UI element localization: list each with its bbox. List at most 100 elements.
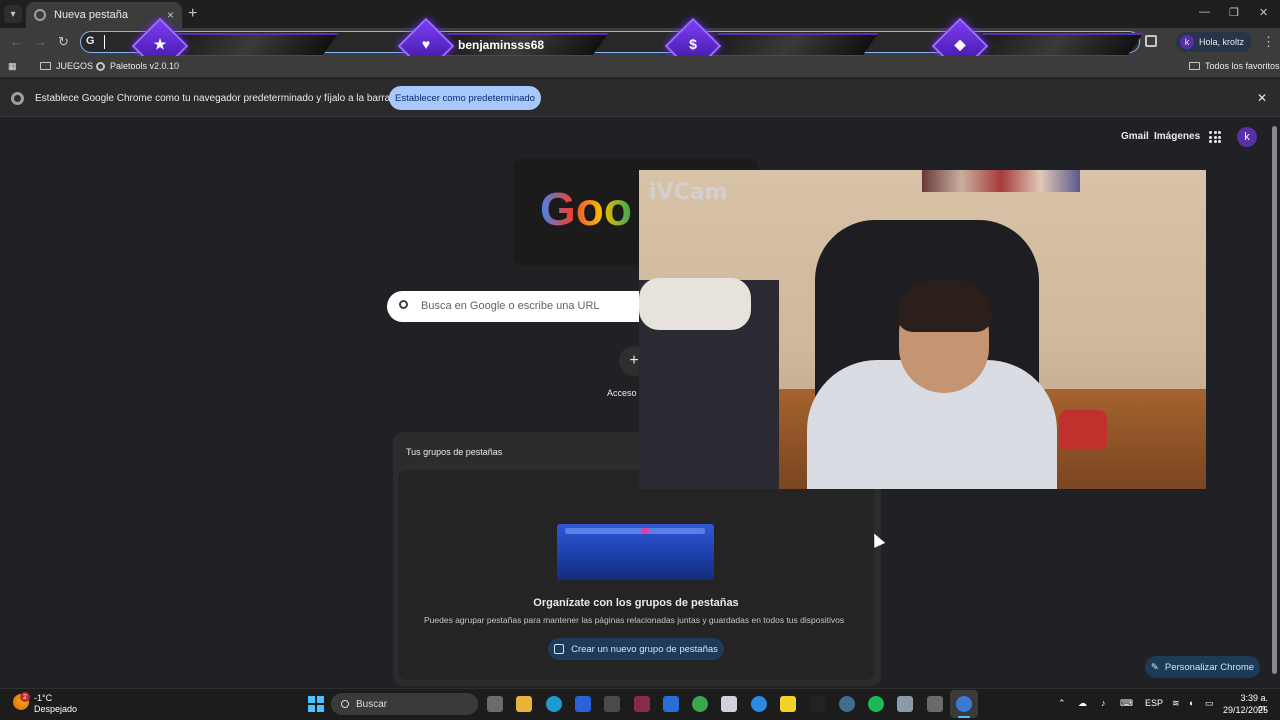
ivcam-video-window[interactable] <box>639 170 1206 489</box>
bookmarks-bar <box>0 56 1280 78</box>
steam-icon[interactable] <box>839 696 855 712</box>
profile-button[interactable]: k Hola, kroltz <box>1176 32 1252 52</box>
person-hair <box>897 280 992 332</box>
tab-groups-header: Tus grupos de pestañas <box>406 447 503 457</box>
search-icon <box>399 300 408 309</box>
language-indicator[interactable]: ESP <box>1145 698 1163 708</box>
account-avatar[interactable]: k <box>1237 127 1257 147</box>
tab-title: Nueva pestaña <box>54 9 128 21</box>
shortcut-label: Acceso d <box>607 388 639 398</box>
chrome-menu-icon[interactable]: ⋮ <box>1262 34 1275 50</box>
diamond-icon: ◆ <box>954 36 966 52</box>
bookmark-paletools[interactable]: Paletools v2.0.10 <box>96 61 179 71</box>
tab-groups-title: Organízate con los grupos de pestañas <box>533 597 739 609</box>
minimize-button[interactable]: — <box>1199 6 1210 18</box>
app2-icon[interactable] <box>927 696 943 712</box>
taskbar-search-label: Buscar <box>356 698 388 710</box>
weather-temp: -1°C <box>34 693 53 703</box>
sticky-notes-icon[interactable] <box>780 696 796 712</box>
profile-avatar: k <box>1180 35 1194 49</box>
infobar-close-icon[interactable]: ✕ <box>1257 91 1267 105</box>
heart-icon: ♥ <box>421 36 431 52</box>
profile-label: Hola, kroltz <box>1199 37 1245 47</box>
set-default-button[interactable]: Establecer como predeterminado <box>389 86 541 110</box>
overlay-banner-segment <box>701 33 879 57</box>
active-app-indicator <box>958 716 970 718</box>
globe-icon <box>96 61 105 71</box>
start-button-icon[interactable] <box>308 696 324 712</box>
obs-icon[interactable] <box>634 696 650 712</box>
tiktok-icon[interactable] <box>809 696 825 712</box>
all-bookmarks[interactable]: Todos los favoritos <box>1189 61 1280 71</box>
reload-icon[interactable]: ↻ <box>58 34 69 50</box>
search-icon <box>341 700 349 708</box>
add-group-icon <box>554 644 565 654</box>
star-icon: ★ <box>153 36 167 52</box>
customize-label: Personalizar Chrome <box>1164 661 1255 673</box>
search-placeholder: Busca en Google o escribe una URL <box>421 300 600 312</box>
desktop-screen: ▾ Nueva pestaña × + — ❐ ✕ ← → ↻ G ★ ♥ $ … <box>0 0 1280 720</box>
clock-date[interactable]: 29/12/2025 <box>1222 705 1268 715</box>
extensions-icon[interactable] <box>1145 35 1157 47</box>
app-badge-icon[interactable] <box>751 696 767 712</box>
onedrive-icon[interactable]: ☁ <box>1078 698 1087 709</box>
dollar-icon: $ <box>689 36 697 52</box>
tray-overflow-icon[interactable]: ⌃ <box>1058 698 1066 709</box>
gmail-link[interactable]: Gmail <box>1121 131 1149 142</box>
google-logo: Goo <box>540 183 632 235</box>
chrome-icon[interactable] <box>956 696 972 712</box>
scrollbar-thumb[interactable] <box>1272 126 1277 674</box>
taskbar-search[interactable]: Buscar <box>331 693 478 715</box>
new-tab-button[interactable]: + <box>188 5 197 23</box>
bookmark-label: JUEGOS <box>56 61 94 71</box>
all-bookmarks-label: Todos los favoritos <box>1205 61 1280 71</box>
apps-grid-icon[interactable]: ▦ <box>8 61 17 72</box>
microphone-icon[interactable]: ♪ <box>1101 698 1106 708</box>
task-view-icon[interactable] <box>487 696 503 712</box>
back-icon[interactable]: ← <box>10 34 23 49</box>
create-tab-group-button[interactable]: Crear un nuevo grupo de pestañas <box>548 638 724 660</box>
chrome-favicon-icon <box>34 9 46 21</box>
roblox-icon[interactable] <box>721 696 737 712</box>
pillow <box>639 278 751 330</box>
wifi-icon[interactable]: ≋ <box>1172 698 1180 709</box>
images-link[interactable]: Imágenes <box>1154 131 1200 142</box>
folder-icon <box>40 62 51 70</box>
overlay-username: benjaminsss68 <box>458 38 545 52</box>
tab-groups-description: Puedes agrupar pestañas para mantener la… <box>424 615 845 625</box>
visual-studio-icon[interactable] <box>575 696 591 712</box>
create-tab-group-label: Crear un nuevo grupo de pestañas <box>571 643 718 655</box>
infobar-text: Establece Google Chrome como tu navegado… <box>35 93 435 104</box>
text-caret <box>104 35 105 49</box>
tab-search-button[interactable]: ▾ <box>4 5 22 23</box>
customize-chrome-button[interactable]: ✎ Personalizar Chrome <box>1145 656 1260 678</box>
weather-desc: Despejado <box>34 704 78 714</box>
bookmark-label: Paletools v2.0.10 <box>110 61 180 71</box>
close-window-button[interactable]: ✕ <box>1259 6 1268 19</box>
keyboard-icon[interactable]: ⌨ <box>1120 698 1133 709</box>
overlay-banner-segment <box>966 33 1144 57</box>
file-explorer-icon[interactable] <box>516 696 532 712</box>
battery-icon[interactable]: ▭ <box>1205 698 1214 709</box>
scrollbar[interactable] <box>1271 118 1277 688</box>
bookmark-juegos[interactable]: JUEGOS <box>40 61 93 71</box>
settings-icon[interactable] <box>897 696 913 712</box>
maximize-button[interactable]: ❐ <box>1229 6 1239 19</box>
chrome-icon <box>11 92 24 105</box>
wall-poster <box>922 170 1080 192</box>
spotify-icon[interactable] <box>868 696 884 712</box>
ivcam-watermark: iVCam <box>649 180 728 205</box>
app-icon[interactable] <box>604 696 620 712</box>
volume-icon[interactable]: ◖ <box>1188 698 1193 708</box>
folder-icon <box>1189 62 1200 70</box>
forward-icon[interactable]: → <box>34 34 47 49</box>
pencil-icon: ✎ <box>1150 661 1159 673</box>
google-apps-icon[interactable] <box>1209 131 1221 143</box>
edge-icon[interactable] <box>546 696 562 712</box>
store-icon[interactable] <box>663 696 679 712</box>
weather-badge: 2 <box>20 692 30 702</box>
tab-close-icon[interactable]: × <box>167 8 174 22</box>
xbox-icon[interactable] <box>692 696 708 712</box>
tab-groups-illustration <box>557 524 714 580</box>
google-icon: G <box>86 35 95 47</box>
